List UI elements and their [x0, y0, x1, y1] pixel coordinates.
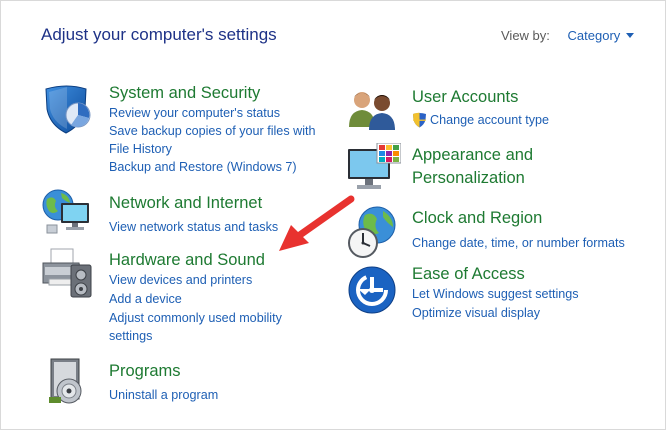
dropdown-caret-icon[interactable] [626, 33, 635, 38]
link-adjust-mobility-settings[interactable]: Adjust commonly used mobility [109, 309, 282, 327]
uac-shield-icon [413, 112, 426, 128]
view-by-dropdown[interactable]: Category [568, 28, 635, 43]
link-backup-restore[interactable]: Backup and Restore (Windows 7) [109, 158, 297, 176]
program-disc-icon [49, 358, 82, 404]
category-programs[interactable]: Programs [109, 361, 181, 381]
category-user-accounts[interactable]: User Accounts [412, 87, 518, 107]
link-view-network-status[interactable]: View network status and tasks [109, 218, 278, 236]
monitor-palette-icon [348, 143, 401, 189]
users-icon [349, 92, 395, 130]
category-hardware-and-sound[interactable]: Hardware and Sound [109, 250, 265, 270]
link-view-devices-printers[interactable]: View devices and printers [109, 271, 252, 289]
category-appearance-personalization-line2[interactable]: Personalization [412, 168, 525, 188]
view-by-label: View by: [501, 28, 550, 43]
link-change-account-type[interactable]: Change account type [430, 111, 549, 129]
link-add-device[interactable]: Add a device [109, 290, 182, 308]
link-file-history[interactable]: File History [109, 140, 172, 158]
ease-of-access-icon [348, 266, 396, 314]
view-by: View by: Category [501, 28, 635, 43]
shield-icon [45, 85, 91, 134]
link-let-windows-suggest[interactable]: Let Windows suggest settings [412, 285, 579, 303]
category-ease-of-access[interactable]: Ease of Access [412, 264, 525, 284]
link-save-backup-copies[interactable]: Save backup copies of your files with [109, 122, 316, 140]
link-uninstall-program[interactable]: Uninstall a program [109, 386, 218, 404]
printer-speaker-icon [42, 248, 92, 298]
link-optimize-visual-display[interactable]: Optimize visual display [412, 304, 540, 322]
category-appearance-personalization[interactable]: Appearance and [412, 145, 533, 165]
link-adjust-mobility-settings-cont[interactable]: settings [109, 327, 152, 345]
link-change-date-time-formats[interactable]: Change date, time, or number formats [412, 234, 625, 252]
page-title: Adjust your computer's settings [41, 25, 277, 44]
category-network-and-internet[interactable]: Network and Internet [109, 193, 262, 213]
view-by-value[interactable]: Category [568, 28, 621, 43]
red-arrow-annotation [279, 195, 355, 251]
network-globe-icon [42, 189, 89, 234]
category-clock-and-region[interactable]: Clock and Region [412, 208, 542, 228]
link-review-computer-status[interactable]: Review your computer's status [109, 104, 280, 122]
category-system-and-security[interactable]: System and Security [109, 83, 260, 103]
